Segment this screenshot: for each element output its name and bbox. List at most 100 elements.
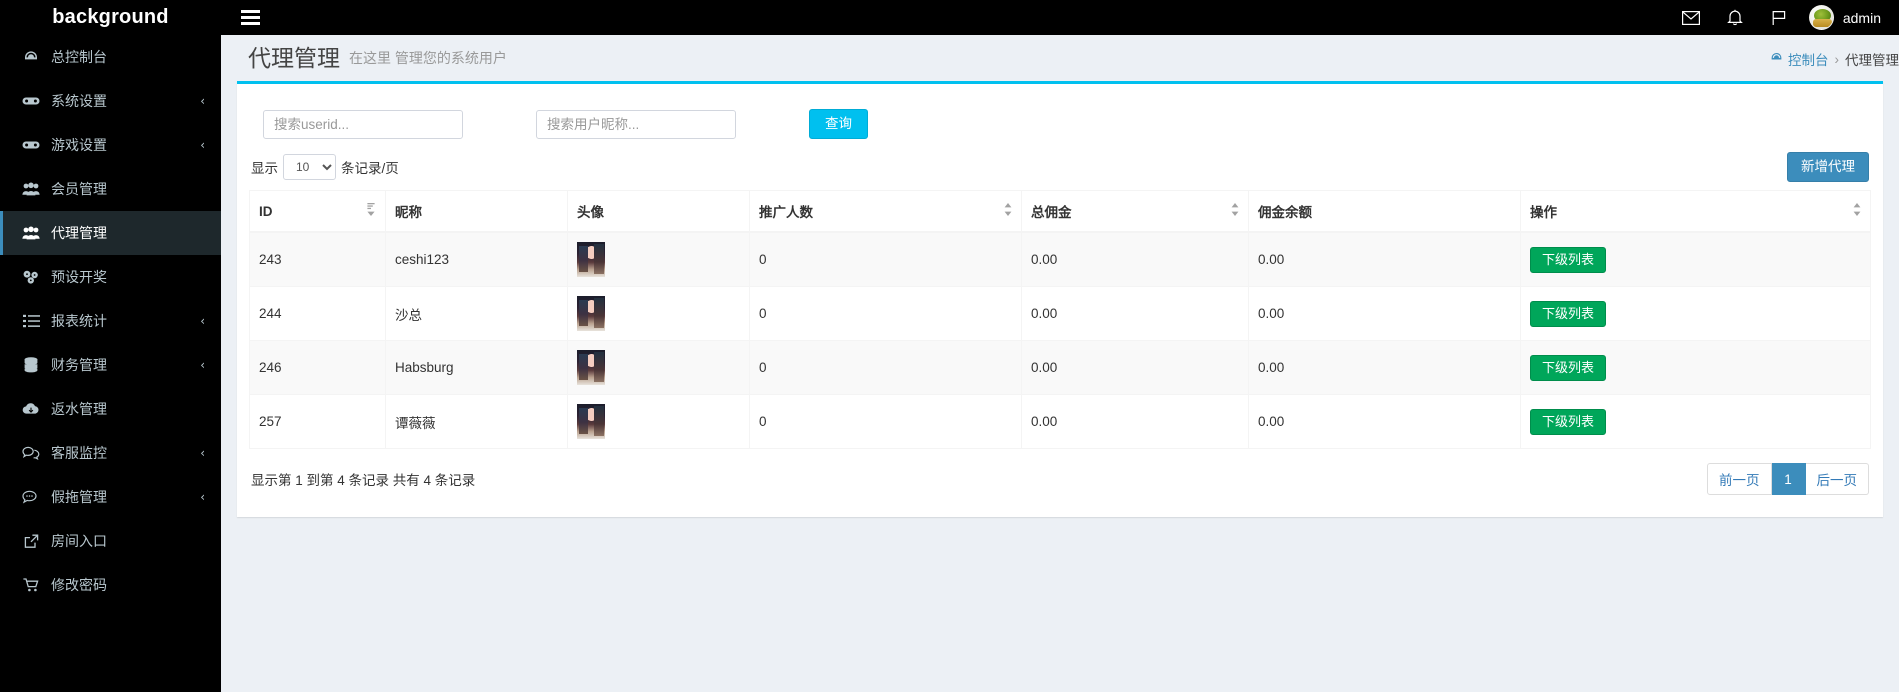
search-form: 查询 xyxy=(249,94,1871,146)
sub-agent-list-button[interactable]: 下级列表 xyxy=(1530,300,1607,327)
sidebar-item-customer-service-monitor[interactable]: 客服监控 ‹ xyxy=(0,431,221,475)
add-agent-button[interactable]: 新增代理 xyxy=(1787,152,1869,182)
table-row[interactable]: 243 ceshi123 0 0.00 0.00 下级列表 xyxy=(249,231,1871,287)
column-header-total-commission[interactable]: 总佣金 xyxy=(1021,190,1249,233)
cell-operation: 下级列表 xyxy=(1520,231,1871,287)
column-header-promoters[interactable]: 推广人数 xyxy=(749,190,1022,233)
cell-total-commission: 0.00 xyxy=(1021,394,1249,449)
table-row[interactable]: 244 沙总 0 0.00 0.00 下级列表 xyxy=(249,286,1871,341)
cell-nickname: Habsburg xyxy=(385,340,568,395)
gamepad-icon xyxy=(20,139,42,151)
column-label: 总佣金 xyxy=(1031,205,1072,220)
column-header-avatar[interactable]: 头像 xyxy=(567,190,750,233)
flag-icon[interactable] xyxy=(1757,0,1801,35)
table-header-row: ID 昵称 头像 推广人数 总佣金 佣金余额 操作 xyxy=(249,190,1871,233)
sidebar-item-system-settings[interactable]: 系统设置 ‹ xyxy=(0,79,221,123)
chevron-left-icon: ‹ xyxy=(200,314,205,328)
sub-agent-list-button[interactable]: 下级列表 xyxy=(1530,246,1607,273)
top-navbar: background admin xyxy=(0,0,1899,35)
cell-promoters: 0 xyxy=(749,394,1022,449)
table-body: 243 ceshi123 0 0.00 0.00 下级列表 244 沙总 0 0… xyxy=(249,231,1871,449)
content-body: 查询 显示 102550100 条记录/页 新增代理 xyxy=(221,81,1899,517)
cell-avatar xyxy=(567,231,750,287)
cell-promoters: 0 xyxy=(749,231,1022,287)
search-userid-input[interactable] xyxy=(263,109,463,139)
sidebar-item-label: 财务管理 xyxy=(51,357,107,373)
pagination-page-1[interactable]: 1 xyxy=(1771,463,1806,495)
sidebar-item-label: 总控制台 xyxy=(51,49,107,65)
users-icon xyxy=(20,226,42,240)
cell-avatar xyxy=(567,286,750,341)
table-info-label: 显示第 1 到第 4 条记录 共有 4 条记录 xyxy=(251,473,476,488)
sidebar-item-preset-draw[interactable]: 预设开奖 xyxy=(0,255,221,299)
cell-nickname: ceshi123 xyxy=(385,231,568,287)
content-header: 代理管理 在这里 管理您的系统用户 控制台 › 代理管理 xyxy=(221,35,1899,81)
pagination-next-button[interactable]: 后一页 xyxy=(1805,463,1869,495)
sidebar-item-label: 假拖管理 xyxy=(51,489,107,505)
cell-nickname: 沙总 xyxy=(385,286,568,341)
cell-total-commission: 0.00 xyxy=(1021,231,1249,287)
sidebar-item-label: 游戏设置 xyxy=(51,137,107,153)
cell-commission-balance: 0.00 xyxy=(1248,286,1521,341)
column-header-nickname[interactable]: 昵称 xyxy=(385,190,568,233)
column-header-operation[interactable]: 操作 xyxy=(1520,190,1871,233)
user-menu[interactable]: admin xyxy=(1801,0,1899,35)
pagination-prev-button[interactable]: 前一页 xyxy=(1707,463,1772,495)
cell-commission-balance: 0.00 xyxy=(1248,340,1521,395)
column-header-id[interactable]: ID xyxy=(249,190,386,233)
page-length-select[interactable]: 102550100 xyxy=(283,154,336,180)
breadcrumb-home[interactable]: 控制台 xyxy=(1770,49,1829,69)
column-header-commission-balance[interactable]: 佣金余额 xyxy=(1248,190,1521,233)
envelope-icon[interactable] xyxy=(1669,0,1713,35)
sidebar-item-label: 返水管理 xyxy=(51,401,107,417)
table-toolbar: 显示 102550100 条记录/页 新增代理 xyxy=(249,146,1871,190)
sidebar-item-change-password[interactable]: 修改密码 xyxy=(0,563,221,607)
cell-operation: 下级列表 xyxy=(1520,286,1871,341)
search-nickname-input[interactable] xyxy=(536,109,736,139)
search-submit-button[interactable]: 查询 xyxy=(809,109,868,139)
table-footer: 显示第 1 到第 4 条记录 共有 4 条记录 前一页 1 后一页 xyxy=(249,449,1871,505)
sidebar-item-member-management[interactable]: 会员管理 xyxy=(0,167,221,211)
sidebar-item-rebate-management[interactable]: 返水管理 xyxy=(0,387,221,431)
table-row[interactable]: 257 谭薇薇 0 0.00 0.00 下级列表 xyxy=(249,394,1871,449)
sidebar-item-report-statistics[interactable]: 报表统计 ‹ xyxy=(0,299,221,343)
sidebar-item-dashboard[interactable]: 总控制台 xyxy=(0,35,221,79)
cell-id: 257 xyxy=(249,394,386,449)
sidebar-item-fake-drag-management[interactable]: 假拖管理 ‹ xyxy=(0,475,221,519)
bell-icon[interactable] xyxy=(1713,0,1757,35)
table-row[interactable]: 246 Habsburg 0 0.00 0.00 下级列表 xyxy=(249,340,1871,395)
page-length-suffix: 条记录/页 xyxy=(341,161,399,176)
sidebar-item-agent-management[interactable]: 代理管理 xyxy=(0,211,221,255)
cell-operation: 下级列表 xyxy=(1520,394,1871,449)
sidebar-item-room-entrance[interactable]: 房间入口 xyxy=(0,519,221,563)
column-label: 操作 xyxy=(1530,205,1557,220)
avatar xyxy=(1808,5,1834,30)
breadcrumb-separator: › xyxy=(1834,51,1840,67)
cell-avatar xyxy=(567,394,750,449)
navbar-right: admin xyxy=(1669,0,1899,35)
sidebar-item-label: 房间入口 xyxy=(51,533,107,549)
sort-both-icon xyxy=(1231,203,1239,219)
cell-commission-balance: 0.00 xyxy=(1248,394,1521,449)
user-name-label: admin xyxy=(1842,9,1881,26)
sidebar-item-label: 报表统计 xyxy=(51,313,107,329)
sidebar-item-finance-management[interactable]: 财务管理 ‹ xyxy=(0,343,221,387)
sub-agent-list-button[interactable]: 下级列表 xyxy=(1530,408,1607,435)
cell-id: 243 xyxy=(249,231,386,287)
hamburger-icon[interactable] xyxy=(230,0,270,35)
sidebar-item-game-settings[interactable]: 游戏设置 ‹ xyxy=(0,123,221,167)
database-icon xyxy=(20,357,42,373)
page-length-prefix: 显示 xyxy=(251,161,278,176)
column-label: 昵称 xyxy=(395,205,422,220)
cell-id: 244 xyxy=(249,286,386,341)
sidebar-item-label: 系统设置 xyxy=(51,93,107,109)
user-avatar-thumb xyxy=(577,404,605,439)
cell-operation: 下级列表 xyxy=(1520,340,1871,395)
page-subtitle: 在这里 管理您的系统用户 xyxy=(349,50,507,66)
app-logo[interactable]: background xyxy=(0,0,221,35)
sort-both-icon xyxy=(1853,203,1861,219)
user-avatar-thumb xyxy=(577,350,605,385)
sub-agent-list-button[interactable]: 下级列表 xyxy=(1530,354,1607,381)
cell-promoters: 0 xyxy=(749,340,1022,395)
content-wrapper: 代理管理 在这里 管理您的系统用户 控制台 › 代理管理 搜索userid...… xyxy=(221,35,1899,692)
